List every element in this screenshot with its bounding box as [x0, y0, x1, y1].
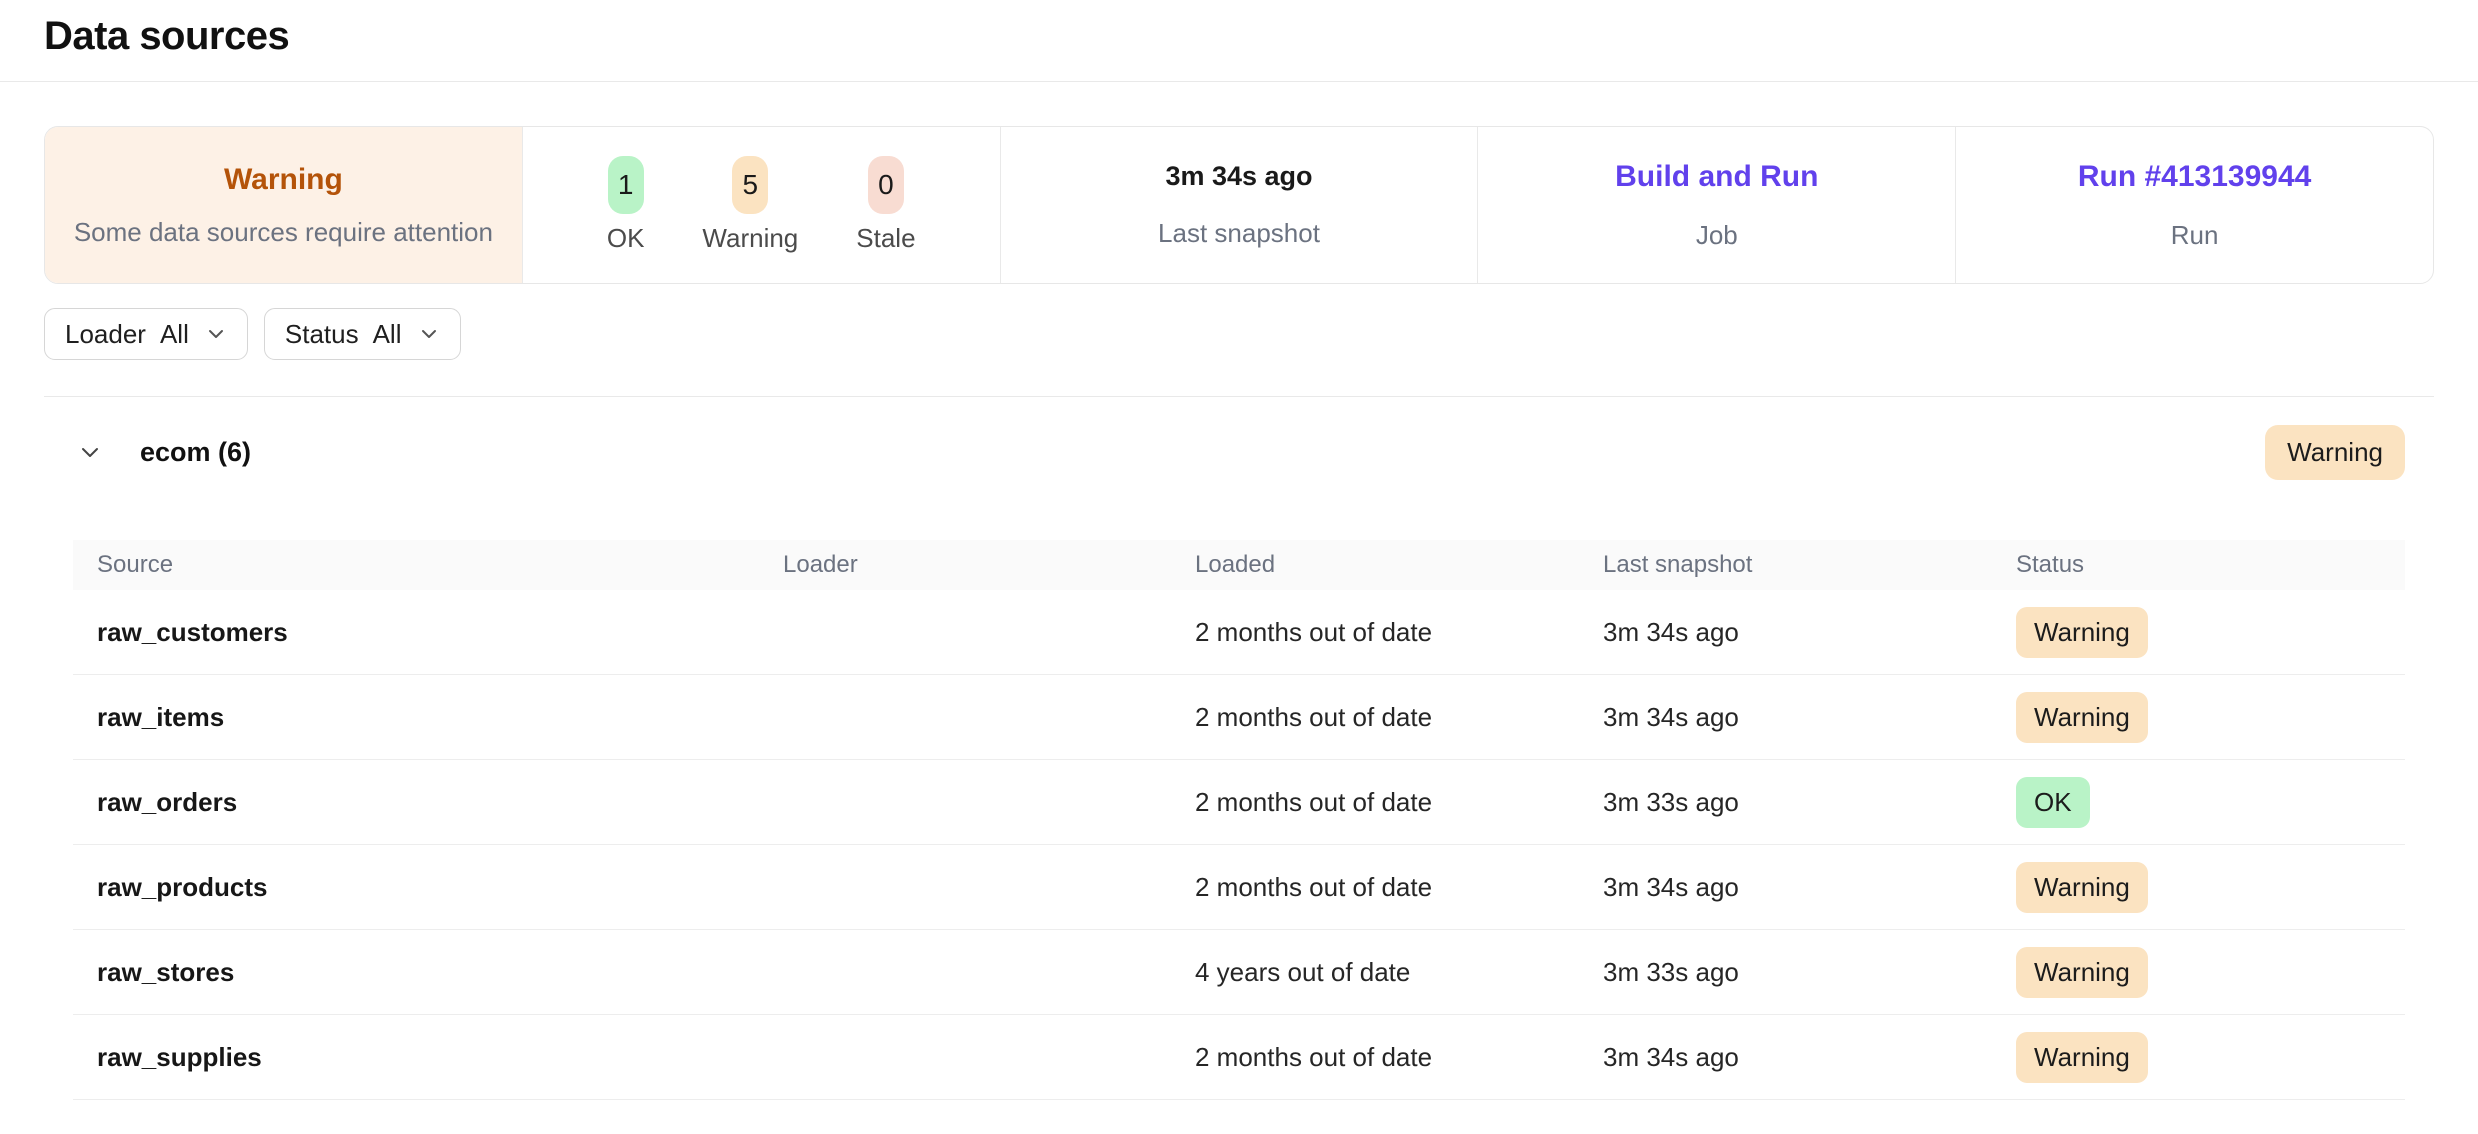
chevron-down-icon [205, 323, 227, 345]
table-row[interactable]: raw_products 2 months out of date 3m 34s… [73, 845, 2405, 930]
status-counts: 1 OK 5 Warning 0 Stale [607, 156, 916, 254]
run-link[interactable]: Run #413139944 [2078, 160, 2312, 194]
group-name: ecom (6) [140, 437, 251, 468]
status-badge: Warning [2016, 607, 2148, 658]
last-snapshot-cell: 3m 34s ago [1603, 872, 2016, 903]
loaded-cell: 2 months out of date [1195, 702, 1603, 733]
table-body: raw_customers 2 months out of date 3m 34… [73, 590, 2405, 1100]
status-badge: Warning [2016, 692, 2148, 743]
source-cell: raw_items [73, 702, 783, 733]
count-ok-value: 1 [608, 156, 644, 214]
source-cell: raw_products [73, 872, 783, 903]
col-header-status: Status [2016, 551, 2405, 579]
chevron-down-icon [418, 323, 440, 345]
page-title: Data sources [44, 14, 2434, 59]
summary-bar: Warning Some data sources require attent… [44, 126, 2434, 284]
group-status-badge: Warning [2265, 425, 2405, 480]
status-filter-label: Status [285, 319, 359, 350]
status-cell: Warning [2016, 862, 2405, 913]
loaded-cell: 2 months out of date [1195, 872, 1603, 903]
status-filter-dropdown[interactable]: Status All [264, 308, 461, 360]
loaded-cell: 2 months out of date [1195, 787, 1603, 818]
status-cell: Warning [2016, 692, 2405, 743]
table-row[interactable]: raw_stores 4 years out of date 3m 33s ag… [73, 930, 2405, 1015]
loader-filter-value: All [160, 319, 189, 350]
summary-job-card: Build and Run Job [1477, 127, 1955, 283]
last-snapshot-cell: 3m 33s ago [1603, 787, 2016, 818]
group-ecom: ecom (6) Warning Source Loader Loaded La… [44, 424, 2434, 1100]
table-row[interactable]: raw_items 2 months out of date 3m 34s ag… [73, 675, 2405, 760]
run-label: Run [2171, 220, 2219, 251]
filters-row: Loader All Status All [44, 308, 2434, 360]
status-cell: Warning [2016, 1032, 2405, 1083]
status-cell: Warning [2016, 607, 2405, 658]
section-divider [44, 396, 2434, 397]
col-header-source: Source [73, 551, 783, 579]
table-row[interactable]: raw_orders 2 months out of date 3m 33s a… [73, 760, 2405, 845]
data-sources-table: Source Loader Loaded Last snapshot Statu… [73, 540, 2405, 1100]
status-filter-value: All [373, 319, 402, 350]
last-snapshot-value: 3m 34s ago [1165, 161, 1312, 192]
table-row[interactable]: raw_supplies 2 months out of date 3m 34s… [73, 1015, 2405, 1100]
group-header[interactable]: ecom (6) Warning [73, 424, 2405, 480]
summary-last-snapshot-card: 3m 34s ago Last snapshot [1000, 127, 1478, 283]
last-snapshot-cell: 3m 34s ago [1603, 617, 2016, 648]
page-header: Data sources [0, 0, 2478, 82]
last-snapshot-label: Last snapshot [1158, 218, 1320, 249]
count-ok: 1 OK [607, 156, 645, 254]
col-header-loaded: Loaded [1195, 551, 1603, 579]
count-warning-value: 5 [732, 156, 768, 214]
status-cell: Warning [2016, 947, 2405, 998]
status-badge: OK [2016, 777, 2090, 828]
summary-counts-card: 1 OK 5 Warning 0 Stale [522, 127, 1000, 283]
col-header-last-snapshot: Last snapshot [1603, 551, 2016, 579]
table-header-row: Source Loader Loaded Last snapshot Statu… [73, 540, 2405, 590]
collapse-chevron-icon[interactable] [77, 439, 103, 465]
source-cell: raw_supplies [73, 1042, 783, 1073]
table-row[interactable]: raw_customers 2 months out of date 3m 34… [73, 590, 2405, 675]
count-stale: 0 Stale [856, 156, 915, 254]
summary-run-card: Run #413139944 Run [1955, 127, 2433, 283]
job-link[interactable]: Build and Run [1615, 160, 1818, 194]
summary-status-card: Warning Some data sources require attent… [45, 127, 522, 283]
source-cell: raw_stores [73, 957, 783, 988]
count-warning: 5 Warning [702, 156, 798, 254]
loaded-cell: 4 years out of date [1195, 957, 1603, 988]
summary-status-subtitle: Some data sources require attention [74, 217, 493, 248]
source-cell: raw_customers [73, 617, 783, 648]
status-cell: OK [2016, 777, 2405, 828]
count-ok-label: OK [607, 223, 645, 254]
last-snapshot-cell: 3m 34s ago [1603, 1042, 2016, 1073]
loaded-cell: 2 months out of date [1195, 617, 1603, 648]
loader-filter-dropdown[interactable]: Loader All [44, 308, 248, 360]
count-warning-label: Warning [702, 223, 798, 254]
count-stale-value: 0 [868, 156, 904, 214]
loaded-cell: 2 months out of date [1195, 1042, 1603, 1073]
status-badge: Warning [2016, 862, 2148, 913]
status-badge: Warning [2016, 1032, 2148, 1083]
source-cell: raw_orders [73, 787, 783, 818]
job-label: Job [1696, 220, 1738, 251]
loader-filter-label: Loader [65, 319, 146, 350]
count-stale-label: Stale [856, 223, 915, 254]
content: Warning Some data sources require attent… [0, 126, 2478, 1100]
last-snapshot-cell: 3m 33s ago [1603, 957, 2016, 988]
status-badge: Warning [2016, 947, 2148, 998]
summary-status-title: Warning [224, 163, 343, 197]
col-header-loader: Loader [783, 551, 1195, 579]
last-snapshot-cell: 3m 34s ago [1603, 702, 2016, 733]
